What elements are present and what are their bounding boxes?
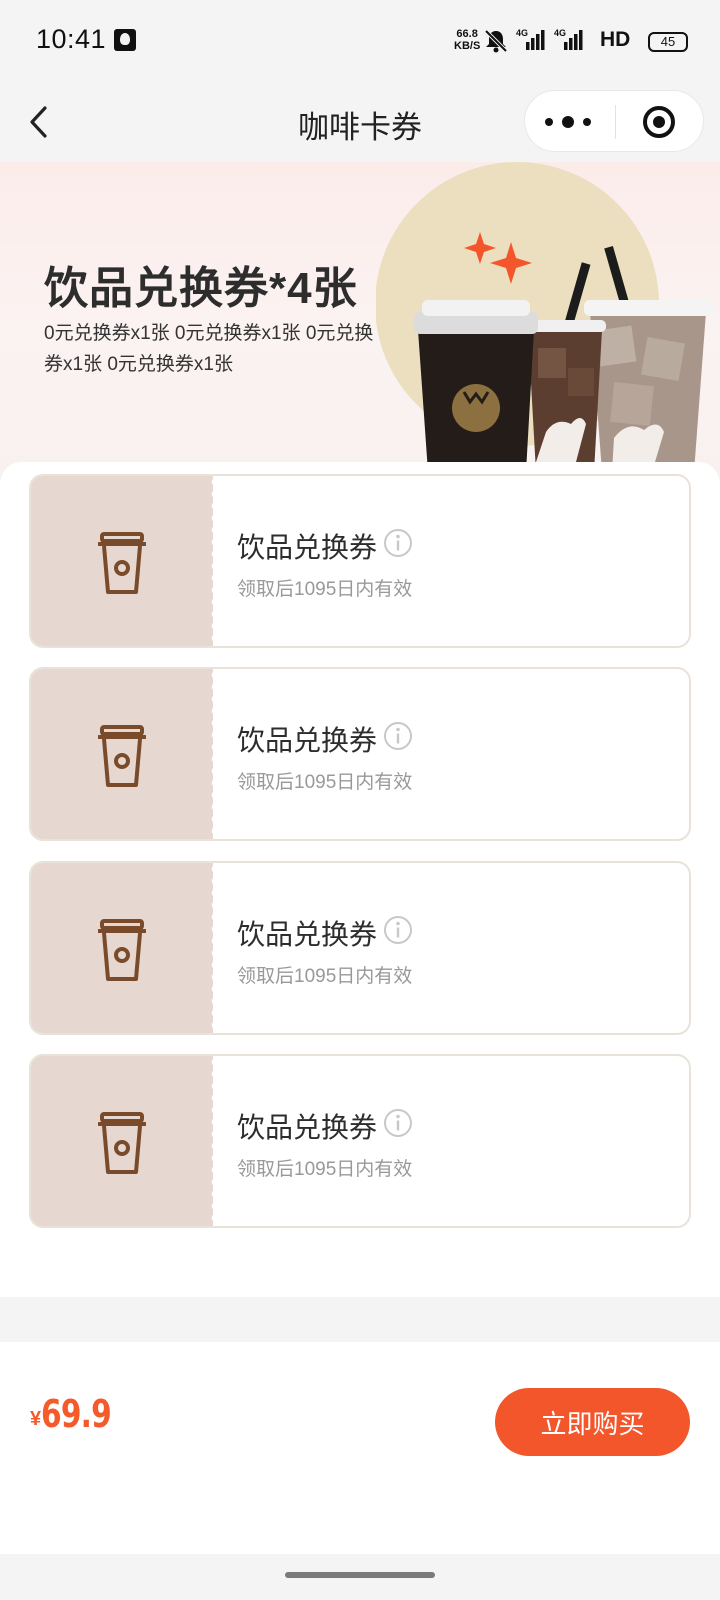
coffee-cup-icon	[98, 532, 146, 594]
network-speed-value: 66.8	[456, 28, 478, 40]
banner-description: 0元兑换券x1张 0元兑换券x1张 0元兑换券x1张 0元兑换券x1张	[44, 323, 374, 375]
battery-icon: 45	[648, 32, 688, 52]
signal-strength-icon	[526, 30, 545, 50]
price-value: 69.9	[41, 1392, 112, 1436]
coupon-name: 饮品兑换券	[237, 725, 378, 756]
chevron-left-icon	[30, 106, 47, 138]
info-icon[interactable]	[383, 915, 413, 945]
coupon-validity: 领取后1095日内有效	[237, 772, 413, 793]
coupon-perforation	[206, 863, 216, 1033]
mini-program-capsule	[524, 90, 704, 152]
coffee-cup-icon	[98, 919, 146, 981]
coupon-stub	[31, 1056, 213, 1226]
coffee-cups-illustration	[376, 162, 714, 472]
more-button[interactable]	[525, 91, 615, 153]
home-indicator[interactable]	[285, 1572, 435, 1578]
coffee-cup-icon	[98, 1112, 146, 1174]
coupon-perforation	[206, 1056, 216, 1226]
mute-bell-icon	[484, 29, 508, 53]
hd-label: HD	[600, 28, 631, 51]
qq-notification-icon	[114, 29, 136, 51]
status-bar: 10:41 66.8 KB/S 4G 4G HD 45	[0, 0, 720, 82]
coupon-name: 饮品兑换券	[237, 1112, 378, 1143]
coupon-stub	[31, 669, 213, 839]
coffee-cup-icon	[98, 725, 146, 787]
network-speed-unit: KB/S	[454, 40, 481, 52]
coupon-card[interactable]: 饮品兑换券 领取后1095日内有效	[29, 474, 691, 648]
info-icon[interactable]	[383, 721, 413, 751]
coupon-validity: 领取后1095日内有效	[237, 966, 413, 987]
info-icon[interactable]	[383, 1108, 413, 1138]
coupon-card[interactable]: 饮品兑换券 领取后1095日内有效	[29, 667, 691, 841]
price: ¥69.9	[30, 1392, 131, 1436]
coupon-name: 饮品兑换券	[237, 919, 378, 950]
coupon-stub	[31, 863, 213, 1033]
coupon-card[interactable]: 饮品兑换券 领取后1095日内有效	[29, 1054, 691, 1228]
currency-symbol: ¥	[30, 1408, 42, 1430]
back-button[interactable]	[26, 102, 56, 142]
status-time: 10:41	[36, 24, 107, 54]
nav-bar: 咖啡卡券	[0, 82, 720, 162]
info-icon[interactable]	[383, 528, 413, 558]
product-banner: 饮品兑换券*4张 0元兑换券x1张 0元兑换券x1张 0元兑换券x1张 0元兑换…	[0, 162, 720, 472]
banner-title: 饮品兑换券*4张	[44, 264, 358, 313]
coupon-list: 饮品兑换券 领取后1095日内有效 饮品兑换券 领取后1095日内有效 饮品兑换…	[0, 462, 720, 1297]
coupon-perforation	[206, 669, 216, 839]
more-dots-icon	[545, 116, 591, 128]
coupon-validity: 领取后1095日内有效	[237, 579, 413, 600]
coupon-perforation	[206, 476, 216, 646]
coupon-card[interactable]: 饮品兑换券 领取后1095日内有效	[29, 861, 691, 1035]
coupon-name: 饮品兑换券	[237, 532, 378, 563]
target-close-icon	[643, 106, 675, 138]
purchase-bar: ¥69.9 立即购买	[0, 1342, 720, 1554]
buy-now-button[interactable]: 立即购买	[495, 1388, 690, 1456]
coupon-validity: 领取后1095日内有效	[237, 1159, 413, 1180]
signal-strength-icon	[564, 30, 583, 50]
network-speed: 66.8 KB/S	[454, 28, 480, 52]
coupon-stub	[31, 476, 213, 646]
close-mini-program-button[interactable]	[616, 91, 705, 153]
